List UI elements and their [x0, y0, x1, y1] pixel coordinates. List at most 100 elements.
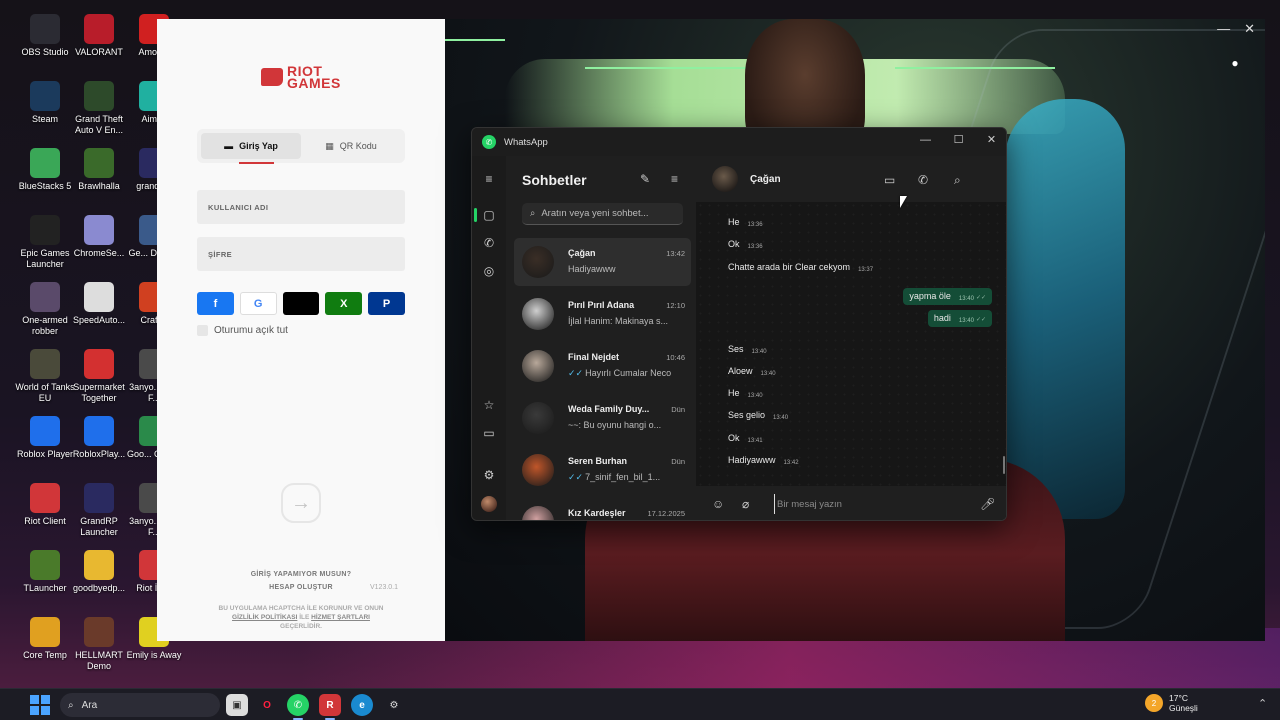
voice-call-icon[interactable]: ✆ — [918, 173, 928, 187]
chat-list-item[interactable]: Final Nejdet 10:46 ✓✓ Hayırlı Cumalar Neco — [514, 342, 691, 390]
checkbox-box[interactable] — [197, 325, 208, 336]
incoming-message[interactable]: Hadiyawww 13:42 — [722, 452, 805, 469]
profile-icon[interactable]: ● — [1221, 49, 1249, 77]
calls-icon[interactable]: ✆ — [480, 234, 498, 252]
desktop-icon[interactable]: Supermarket Together — [69, 345, 129, 409]
cant-sign-in-link[interactable]: GİRİŞ YAPAMIYOR MUSUN? — [157, 571, 445, 578]
filter-icon[interactable]: ≡ — [671, 172, 678, 186]
outgoing-message[interactable]: hadi 13:40 ✓✓ — [927, 310, 992, 327]
tab-sign-in[interactable]: ▬ Giriş Yap — [201, 133, 301, 159]
menu-icon[interactable]: ≡ — [480, 170, 498, 188]
incoming-message[interactable]: Aloew 13:40 — [722, 363, 782, 380]
stay-signed-in-checkbox[interactable]: Oturumu açık tut — [197, 325, 288, 336]
desktop-icon[interactable]: Grand Theft Auto V En... — [69, 77, 129, 141]
message-time: 13:37 — [858, 267, 874, 273]
xbox-sign-in-button[interactable]: X — [325, 292, 363, 315]
google-sign-in-button[interactable]: G — [239, 292, 277, 315]
incoming-message[interactable]: Ok 13:41 — [722, 430, 769, 447]
chat-list-item[interactable]: Weda Family Duy... Dün ~~: Bu oyunu hangi … — [514, 394, 691, 442]
video-call-icon[interactable]: ▭ — [884, 173, 895, 187]
status-icon[interactable]: ◎ — [480, 262, 498, 280]
close-icon[interactable]: ✕ — [975, 128, 1006, 152]
legal-notice: BU UYGULAMA HCAPTCHA İLE KORUNUR VE ONUN… — [193, 604, 409, 631]
apple-sign-in-button[interactable] — [282, 292, 320, 315]
desktop-icon[interactable]: One-armed robber — [15, 278, 75, 342]
password-field[interactable]: ŞİFRE — [197, 237, 405, 271]
desktop-icon[interactable]: OBS Studio — [15, 10, 75, 74]
tab-qr-code-label: QR Kodu — [339, 141, 377, 151]
chats-icon[interactable]: ▢ — [480, 206, 498, 224]
outgoing-message[interactable]: yapma öle 13:40 ✓✓ — [903, 288, 992, 305]
contact-name[interactable]: Çağan — [750, 174, 781, 185]
chat-list-item[interactable]: Pırıl Pırıl Adana 12:10 İjlal Hanim: Makin… — [514, 290, 691, 338]
incoming-message[interactable]: Ses 13:40 — [722, 341, 773, 358]
incoming-message[interactable]: He 13:40 — [722, 385, 769, 402]
search-icon[interactable]: ⌕ — [954, 173, 961, 188]
desktop-icon-label: HELLMART Demo — [75, 650, 123, 671]
starred-icon[interactable]: ☆ — [480, 396, 498, 414]
profile-avatar[interactable] — [481, 496, 497, 512]
desktop-icon[interactable]: Epic Games Launcher — [15, 211, 75, 275]
archive-icon[interactable]: ▭ — [480, 424, 498, 442]
desktop-icon[interactable]: Brawlhalla — [69, 144, 129, 208]
message-input[interactable] — [774, 494, 974, 514]
maximize-icon[interactable]: ☐ — [942, 128, 975, 152]
chat-list-item[interactable]: Çağan 13:42 Hadiyawww — [514, 238, 691, 286]
robloxplay-icon — [84, 416, 114, 446]
desktop-icon[interactable]: Riot Client — [15, 479, 75, 543]
privacy-policy-link[interactable]: GİZLİLİK POLİTİKASI — [232, 614, 297, 621]
desktop-icon[interactable]: HELLMART Demo — [69, 613, 129, 677]
taskbar-search[interactable]: ⌕ Ara — [60, 693, 220, 717]
desktop-icon[interactable]: Roblox Player — [15, 412, 75, 476]
incoming-message[interactable]: Ok 13:36 — [722, 236, 769, 253]
desktop-icon[interactable]: TLauncher — [15, 546, 75, 610]
username-field[interactable]: KULLANICI ADI — [197, 190, 405, 224]
create-account-link[interactable]: HESAP OLUŞTUR — [157, 584, 445, 591]
sign-in-submit-button[interactable]: → — [281, 483, 321, 523]
edge-icon[interactable]: e — [351, 694, 373, 716]
desktop-icon[interactable]: SpeedAuto... — [69, 278, 129, 342]
opera-gx-icon[interactable]: O — [256, 694, 278, 716]
message-scrollbar[interactable] — [1003, 456, 1005, 474]
desktop-icon[interactable]: ChromeSe... — [69, 211, 129, 275]
weather-widget[interactable]: 2 17°C Güneşli — [1145, 693, 1198, 713]
close-icon[interactable]: ✕ — [1244, 21, 1255, 37]
chat-list-item[interactable]: Kız Kardeşler 17.12.2025 — [514, 498, 691, 520]
desktop-icon[interactable]: VALORANT — [69, 10, 129, 74]
chat-list-item[interactable]: Seren Burhan Dün ✓✓ 7_sinif_fen_bil_1... — [514, 446, 691, 494]
start-button[interactable] — [30, 695, 50, 715]
desktop-icon[interactable]: goodbyedp... — [69, 546, 129, 610]
attach-icon[interactable]: ⌀ — [742, 497, 749, 511]
terms-link[interactable]: HİZMET ŞARTLARI — [311, 614, 370, 621]
microphone-icon[interactable]: 🎤︎ — [980, 497, 995, 511]
contact-avatar[interactable] — [712, 166, 738, 192]
chat-search-input[interactable]: ⌕ Aratın veya yeni sohbet... — [522, 203, 683, 225]
riot-taskbar-icon[interactable]: R — [319, 694, 341, 720]
incoming-message[interactable]: Chatte arada bir Clear cekyom 13:37 — [722, 259, 879, 276]
task-view-icon[interactable]: ▣ — [226, 694, 248, 716]
search-icon: ⌕ — [68, 699, 74, 711]
new-chat-icon[interactable]: ✎ — [640, 172, 650, 186]
app-icon[interactable]: ⚙ — [383, 694, 405, 716]
desktop-icon[interactable]: Steam — [15, 77, 75, 141]
facebook-sign-in-button[interactable]: f — [197, 292, 234, 315]
whatsapp-taskbar-icon[interactable]: ✆ — [287, 694, 309, 720]
desktop-icon[interactable]: World of Tanks EU — [15, 345, 75, 409]
chevron-up-icon[interactable]: ⌃ — [1258, 697, 1267, 710]
minimize-icon[interactable]: — — [909, 128, 942, 152]
minimize-icon[interactable]: — — [1217, 21, 1230, 37]
chat-time: 10:46 — [666, 353, 685, 362]
chat-preview-text: İjlal Hanim: Makinaya s... — [568, 316, 669, 326]
desktop-icon[interactable]: Core Temp — [15, 613, 75, 677]
desktop-icon[interactable]: RobloxPlay... — [69, 412, 129, 476]
settings-gear-icon[interactable]: ⚙ — [480, 466, 498, 484]
chat-time: Dün — [671, 457, 685, 466]
desktop-icon[interactable]: BlueStacks 5 — [15, 144, 75, 208]
incoming-message[interactable]: Ses gelio 13:40 — [722, 407, 794, 424]
emoji-icon[interactable]: ☺ — [712, 497, 724, 511]
playstation-sign-in-button[interactable]: P — [368, 292, 405, 315]
tab-qr-code[interactable]: ▦ QR Kodu — [301, 133, 401, 159]
message-time: 13:36 — [747, 244, 763, 250]
desktop-icon[interactable]: GrandRP Launcher — [69, 479, 129, 543]
incoming-message[interactable]: He 13:36 — [722, 214, 769, 231]
